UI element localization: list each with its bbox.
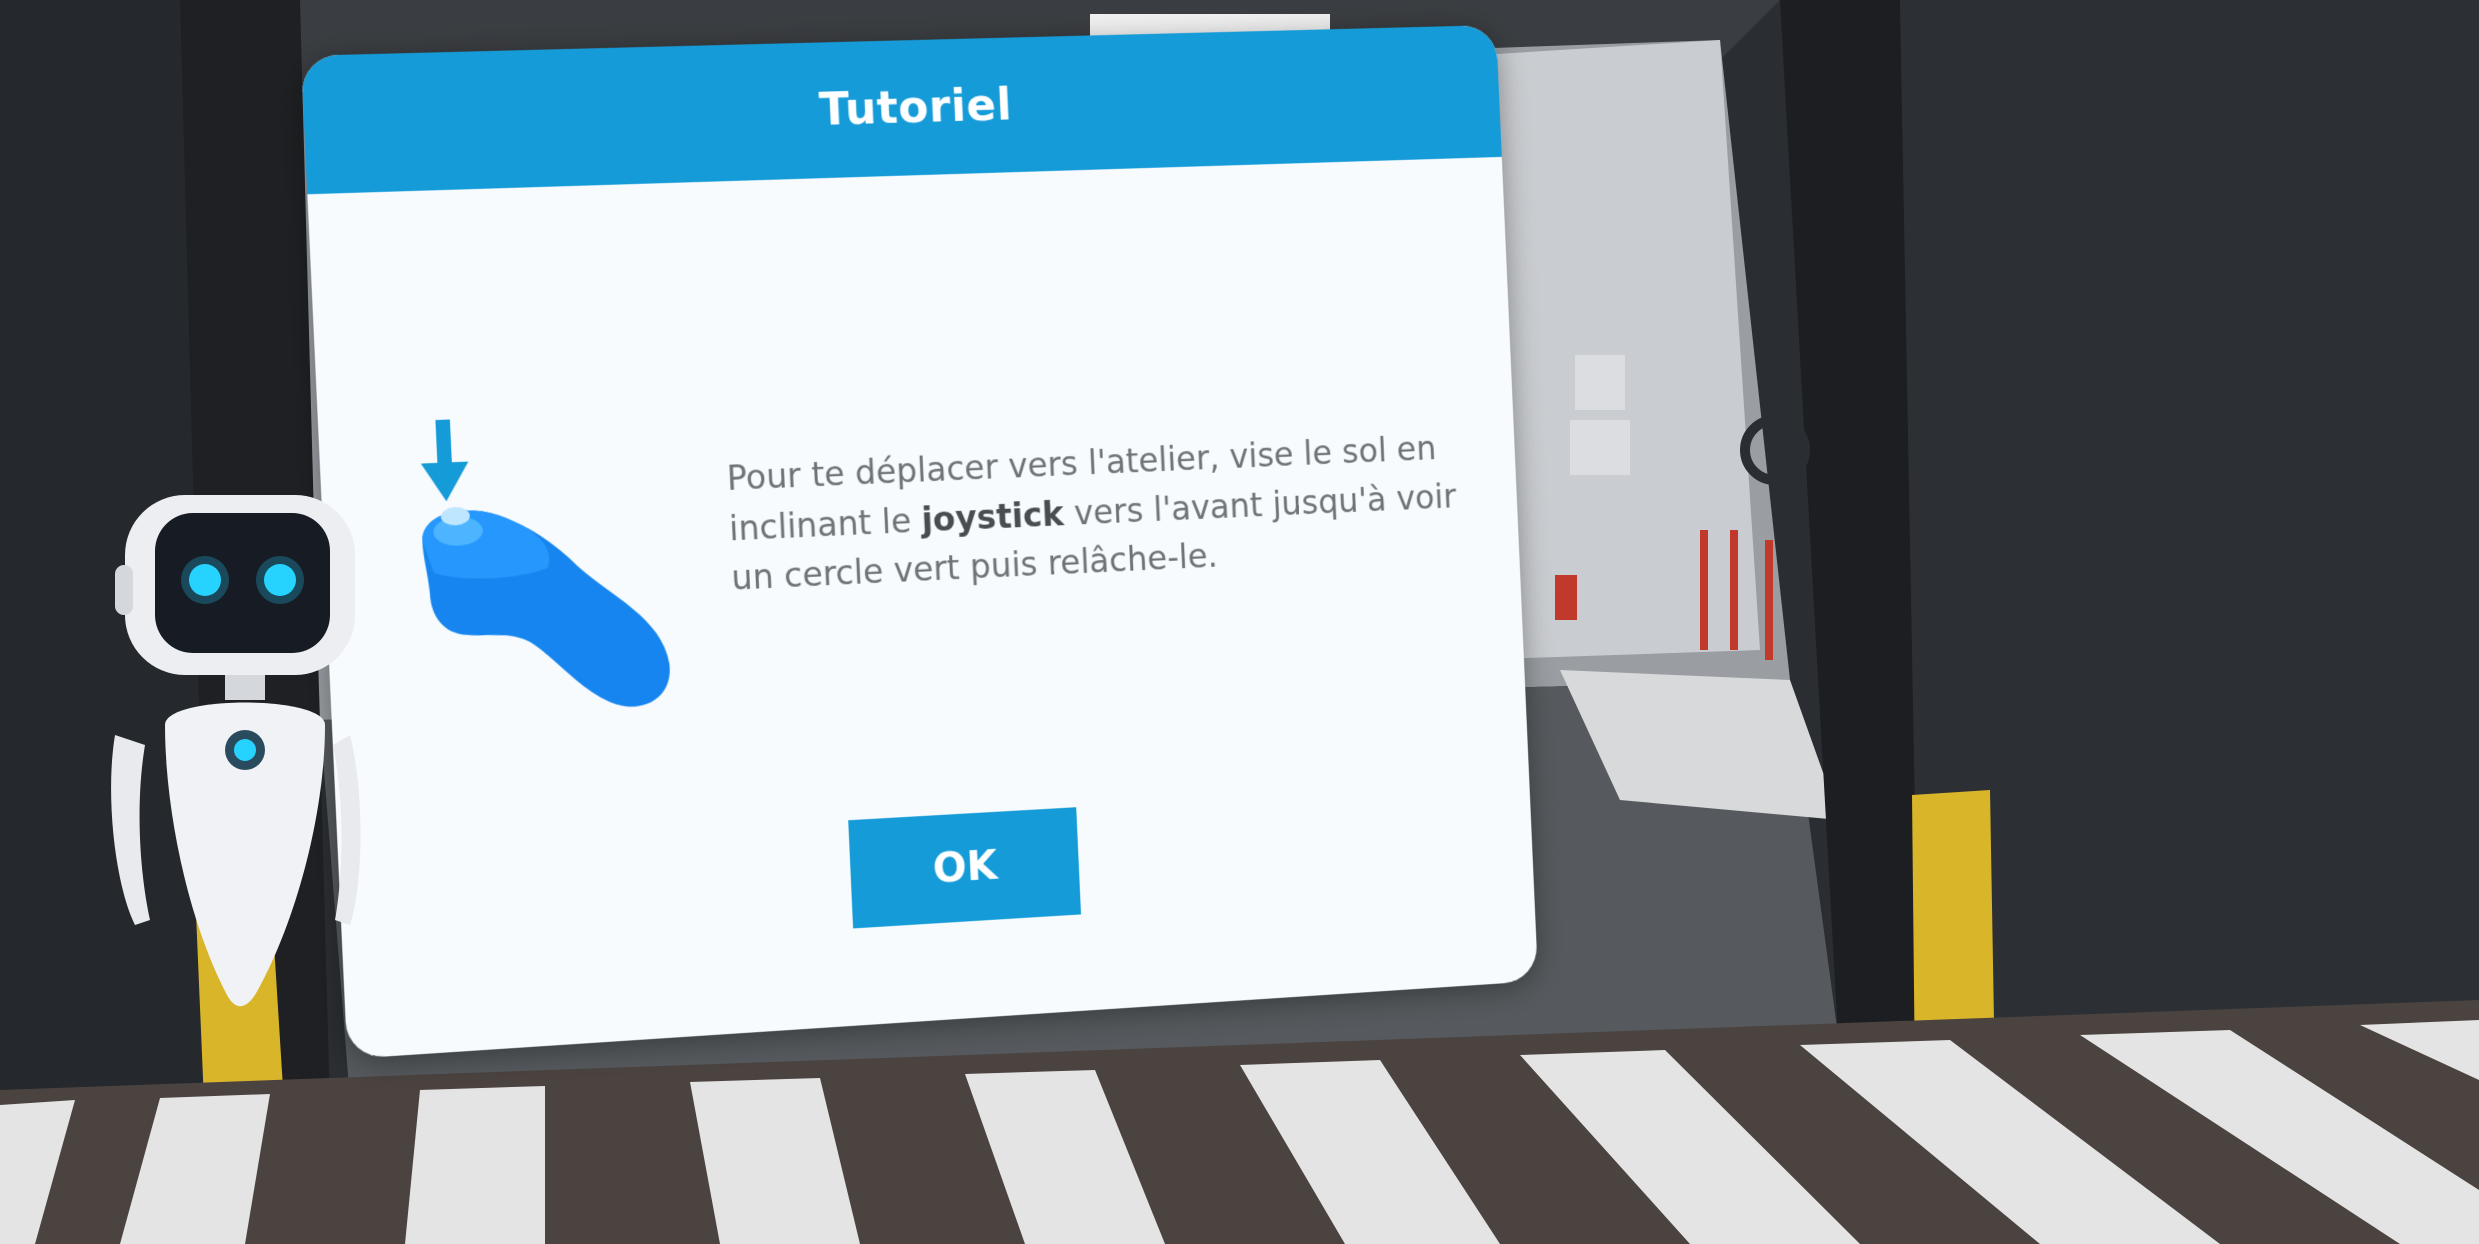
dialog-title: Tutoriel bbox=[818, 79, 1013, 136]
dialog-body: Pour te déplacer vers l'atelier, vise le… bbox=[307, 157, 1538, 1059]
vr-controller-icon bbox=[396, 410, 697, 728]
message-text-bold: joystick bbox=[921, 494, 1065, 539]
tutorial-message: Pour te déplacer vers l'atelier, vise le… bbox=[726, 421, 1496, 603]
tutorial-dialog: Tutoriel Pour te déplacer vers l'atelier… bbox=[301, 25, 1538, 1059]
arrow-down-icon bbox=[419, 419, 470, 503]
ok-button[interactable]: OK bbox=[848, 807, 1081, 928]
robot-assistant bbox=[95, 495, 395, 1035]
